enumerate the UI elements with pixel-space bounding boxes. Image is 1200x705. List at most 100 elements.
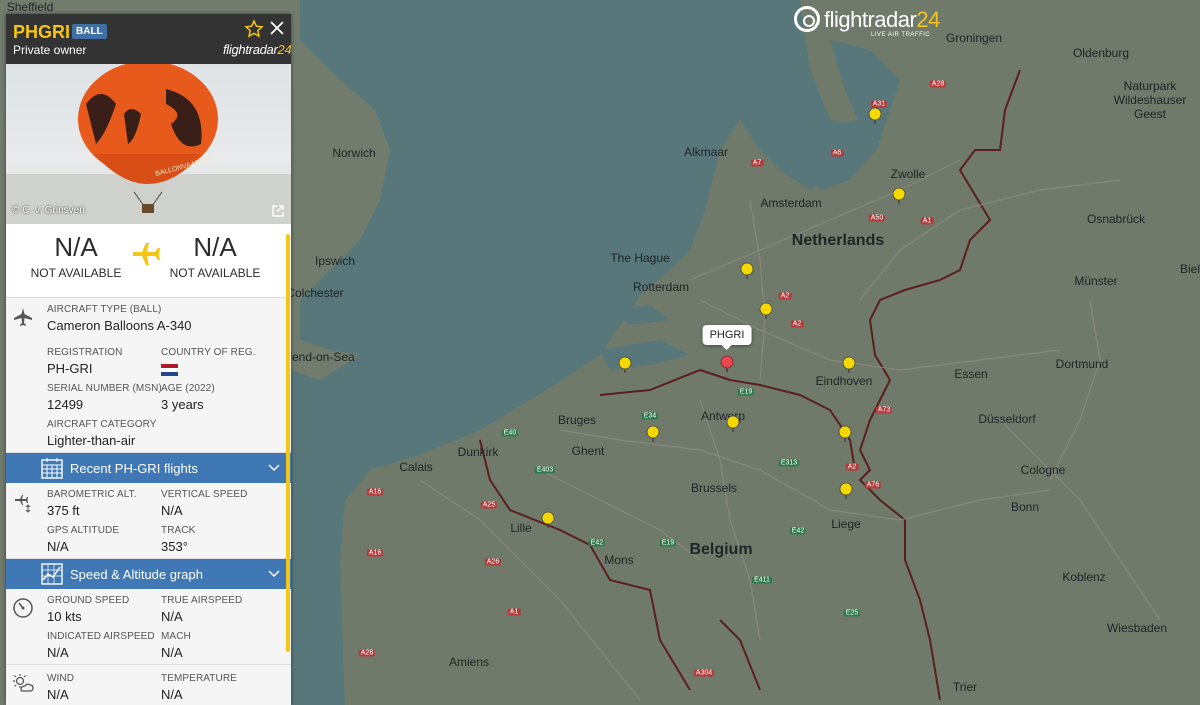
city-label: Sheffield	[6, 0, 54, 14]
serial-number-value: 12499	[47, 397, 84, 412]
ground-speed-value: 10 kts	[47, 609, 82, 624]
road-shield: A73	[875, 406, 893, 414]
aircraft-marker[interactable]	[646, 425, 660, 443]
temperature-value: N/A	[161, 687, 183, 702]
aircraft-photo[interactable]: BALLONVAARTEN © C. v. Grinsven	[6, 64, 291, 224]
aircraft-marker[interactable]	[740, 262, 754, 280]
external-link-icon[interactable]	[271, 204, 285, 218]
speed-altitude-graph-label: Speed & Altitude graph	[70, 567, 203, 582]
graph-icon	[41, 563, 63, 585]
aircraft-marker[interactable]	[839, 482, 853, 500]
aircraft-marker[interactable]	[618, 356, 632, 374]
mach-label: MACH	[161, 631, 191, 642]
city-label: Bonn	[1010, 500, 1040, 514]
panel-brand-number: 24	[277, 42, 291, 57]
city-label: Essen	[954, 367, 988, 381]
road-shield: A1	[507, 608, 521, 616]
serial-number-label: SERIAL NUMBER (MSN)	[47, 383, 162, 394]
road-shield: E411	[752, 576, 772, 584]
gps-altitude-label: GPS ALTITUDE	[47, 525, 120, 536]
aircraft-marker[interactable]	[892, 187, 906, 205]
selected-aircraft-label[interactable]: PHGRI	[702, 325, 752, 350]
road-shield: E42	[789, 527, 807, 535]
mach-value: N/A	[161, 645, 183, 660]
aircraft-marker[interactable]	[838, 425, 852, 443]
road-shield: A2	[845, 463, 859, 471]
aircraft-type-badge: BALL	[72, 24, 107, 39]
netherlands-flag-icon	[161, 363, 178, 376]
city-label: Dunkirk	[457, 445, 499, 459]
recent-flights-bar[interactable]: Recent PH-GRI flights	[6, 453, 291, 483]
indicated-airspeed-label: INDICATED AIRSPEED	[47, 631, 155, 642]
owner-label: Private owner	[13, 43, 87, 57]
city-label: Osnabrück	[1086, 212, 1146, 226]
city-label: Ghent	[571, 444, 605, 458]
plane-icon	[14, 308, 32, 326]
calendar-icon	[41, 458, 63, 479]
selected-aircraft-marker[interactable]	[720, 355, 734, 373]
barometric-alt-label: BAROMETRIC ALT.	[47, 489, 137, 500]
city-label: Mons	[604, 553, 634, 567]
panel-header: PHGRI BALL Private owner flightradar24	[6, 14, 291, 64]
altitude-icon	[15, 495, 31, 513]
flightradar24-logo: flightradar24 LIVE AIR TRAFFIC	[794, 5, 954, 41]
road-shield: A28	[929, 80, 947, 88]
aircraft-info-panel: PHGRI BALL Private owner flightradar24 B…	[6, 14, 291, 705]
ground-speed-label: GROUND SPEED	[47, 595, 130, 606]
altitude-section: BAROMETRIC ALT. 375 ft VERTICAL SPEED N/…	[6, 483, 291, 559]
aircraft-type-value: Cameron Balloons A-340	[47, 318, 192, 333]
vertical-speed-value: N/A	[161, 503, 183, 518]
logo-wordmark: flightradar	[824, 7, 917, 32]
speedometer-icon	[13, 598, 33, 618]
city-label: Calais	[399, 460, 433, 474]
aircraft-marker[interactable]	[759, 302, 773, 320]
indicated-airspeed-value: N/A	[47, 645, 69, 660]
route-summary: N/A NOT AVAILABLE N/A NOT AVAILABLE	[6, 224, 291, 298]
city-label: Cologne	[1020, 463, 1066, 477]
city-label: Koblenz	[1062, 570, 1106, 584]
vertical-speed-label: VERTICAL SPEED	[161, 489, 248, 500]
city-label: Dortmund	[1055, 357, 1109, 371]
road-shield: E42	[588, 539, 606, 547]
city-label: Oldenburg	[1072, 46, 1130, 60]
city-label: Groningen	[945, 31, 1003, 45]
aircraft-type-label: AIRCRAFT TYPE (BALL)	[47, 304, 162, 315]
true-airspeed-value: N/A	[161, 609, 183, 624]
city-label: Alkmaar	[683, 145, 729, 159]
radar-logo-icon	[794, 6, 820, 32]
panel-scrollbar[interactable]	[286, 234, 290, 652]
recent-flights-label: Recent PH-GRI flights	[70, 461, 198, 476]
aircraft-marker[interactable]	[726, 415, 740, 433]
logo-number: 24	[916, 7, 940, 32]
road-shield: A25	[480, 501, 498, 509]
speed-altitude-graph-bar[interactable]: Speed & Altitude graph	[6, 559, 291, 589]
chevron-down-icon[interactable]	[267, 567, 281, 581]
city-label: Rotterdam	[632, 280, 690, 294]
origin-code: N/A	[54, 232, 98, 262]
origin-name: NOT AVAILABLE	[30, 266, 122, 280]
road-shield: E313	[778, 459, 800, 467]
aircraft-marker[interactable]	[541, 511, 555, 529]
close-icon[interactable]	[268, 19, 286, 37]
weather-icon	[13, 674, 34, 692]
wind-value: N/A	[47, 687, 69, 702]
road-shield: E19	[737, 388, 755, 396]
city-label: Brussels	[690, 481, 738, 495]
aircraft-marker[interactable]	[868, 107, 882, 125]
city-label: Norwich	[332, 146, 376, 160]
road-shield: E19	[659, 539, 677, 547]
country-label: Belgium	[689, 541, 753, 558]
chevron-down-icon[interactable]	[267, 461, 281, 475]
logo-tagline: LIVE AIR TRAFFIC	[871, 32, 931, 38]
road-shield: E25	[843, 609, 861, 617]
destination-code: N/A	[193, 232, 237, 262]
star-icon[interactable]	[244, 19, 264, 39]
track-value: 353°	[161, 539, 188, 554]
destination-name: NOT AVAILABLE	[169, 266, 261, 280]
wind-label: WIND	[47, 673, 75, 684]
road-shield: A76	[864, 481, 882, 489]
aircraft-marker[interactable]	[842, 356, 856, 374]
country-of-reg-label: COUNTRY OF REG.	[161, 347, 256, 358]
barometric-alt-value: 375 ft	[47, 503, 80, 518]
panel-brand: flightradar	[223, 42, 278, 57]
